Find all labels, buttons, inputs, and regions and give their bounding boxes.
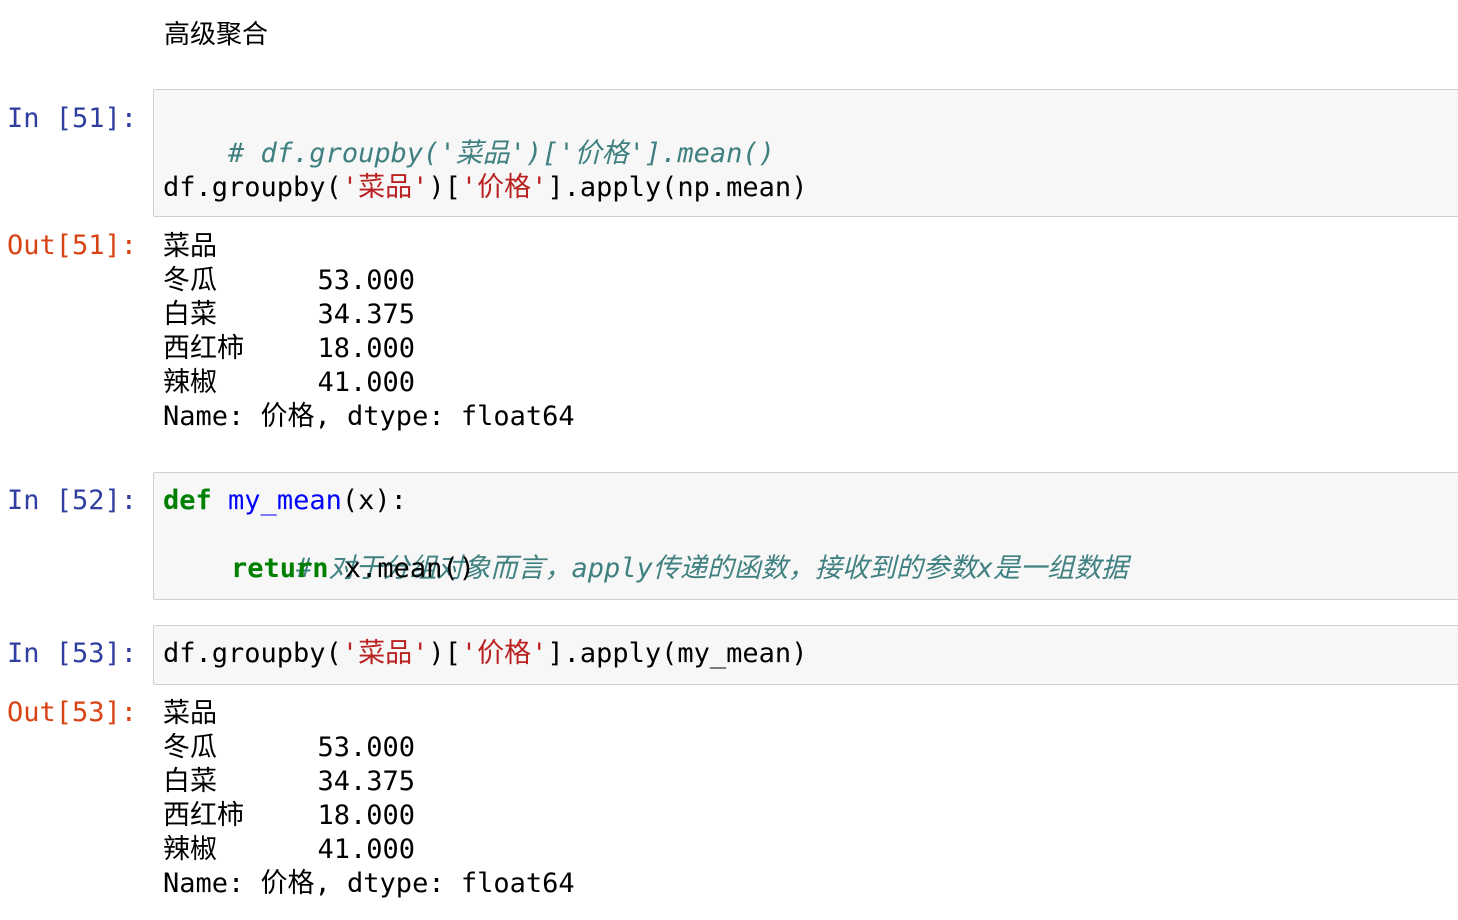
code-comment: # df.groupby('菜品')['价格'].mean(): [228, 138, 775, 169]
code-cell-51-input[interactable]: # df.groupby('菜品')['价格'].mean() df.group…: [153, 89, 1458, 217]
row-value: 34.375: [317, 766, 415, 797]
series-index-name: 菜品: [163, 698, 217, 729]
row-value: 41.000: [317, 834, 415, 865]
code-line-return: return x.mean(): [231, 552, 475, 586]
row-label: 西红柿: [163, 333, 244, 364]
row-label: 冬瓜: [163, 732, 217, 763]
series-row: 冬瓜 53.000: [163, 264, 575, 298]
row-label: 辣椒: [163, 367, 217, 398]
row-value: 18.000: [317, 800, 415, 831]
series-row: 冬瓜 53.000: [163, 731, 575, 765]
output-area-53: 菜品 冬瓜 53.000 白菜 34.375 西红柿 18.000 辣椒 41.000 …: [163, 697, 575, 901]
input-prompt-53: In [53]:: [7, 638, 138, 669]
series-row: 白菜 34.375: [163, 765, 575, 799]
code-cell-52-input[interactable]: def my_mean(x): # 对于分组对象而言，apply传递的函数，接收…: [153, 472, 1458, 600]
code-keyword: def: [163, 485, 212, 516]
code-string: '菜品': [341, 172, 429, 203]
output-area-51: 菜品 冬瓜 53.000 白菜 34.375 西红柿 18.000 辣椒 41.000 …: [163, 230, 575, 434]
row-label: 白菜: [163, 766, 217, 797]
code-function-name: my_mean: [228, 485, 342, 516]
row-label: 冬瓜: [163, 265, 217, 296]
code-keyword: return: [231, 553, 329, 584]
row-value: 18.000: [317, 333, 415, 364]
code-token: df.groupby(: [163, 638, 342, 669]
series-footer: Name: 价格, dtype: float64: [163, 401, 575, 432]
output-prompt-51: Out[51]:: [7, 230, 138, 261]
code-string: '菜品': [341, 638, 429, 669]
markdown-heading: 高级聚合: [164, 20, 269, 50]
series-row: 西红柿 18.000: [163, 799, 575, 833]
code-token: ].apply(np.mean): [547, 172, 808, 203]
row-value: 41.000: [317, 367, 415, 398]
row-value: 53.000: [317, 732, 415, 763]
code-token: )[: [428, 172, 461, 203]
code-token: x.mean(): [328, 553, 475, 584]
code-token: ].apply(my_mean): [547, 638, 808, 669]
code-line: df.groupby('菜品')['价格'].apply(np.mean): [163, 171, 807, 205]
row-value: 53.000: [317, 265, 415, 296]
input-prompt-51: In [51]:: [7, 103, 138, 134]
output-prompt-53: Out[53]:: [7, 697, 138, 728]
series-row: 西红柿 18.000: [163, 332, 575, 366]
series-index-name: 菜品: [163, 231, 217, 262]
row-value: 34.375: [317, 299, 415, 330]
series-row: 辣椒 41.000: [163, 833, 575, 867]
input-prompt-52: In [52]:: [7, 485, 138, 516]
series-row: 白菜 34.375: [163, 298, 575, 332]
code-line-def: def my_mean(x):: [163, 484, 407, 518]
row-label: 辣椒: [163, 834, 217, 865]
code-token: )[: [428, 638, 461, 669]
series-footer: Name: 价格, dtype: float64: [163, 868, 575, 899]
code-line: df.groupby('菜品')['价格'].apply(my_mean): [163, 637, 807, 671]
row-label: 白菜: [163, 299, 217, 330]
code-token: df.groupby(: [163, 172, 342, 203]
code-string: '价格': [460, 172, 548, 203]
code-token: (x):: [341, 485, 407, 516]
row-label: 西红柿: [163, 800, 244, 831]
code-string: '价格': [460, 638, 548, 669]
code-cell-53-input[interactable]: df.groupby('菜品')['价格'].apply(my_mean): [153, 625, 1458, 685]
series-row: 辣椒 41.000: [163, 366, 575, 400]
